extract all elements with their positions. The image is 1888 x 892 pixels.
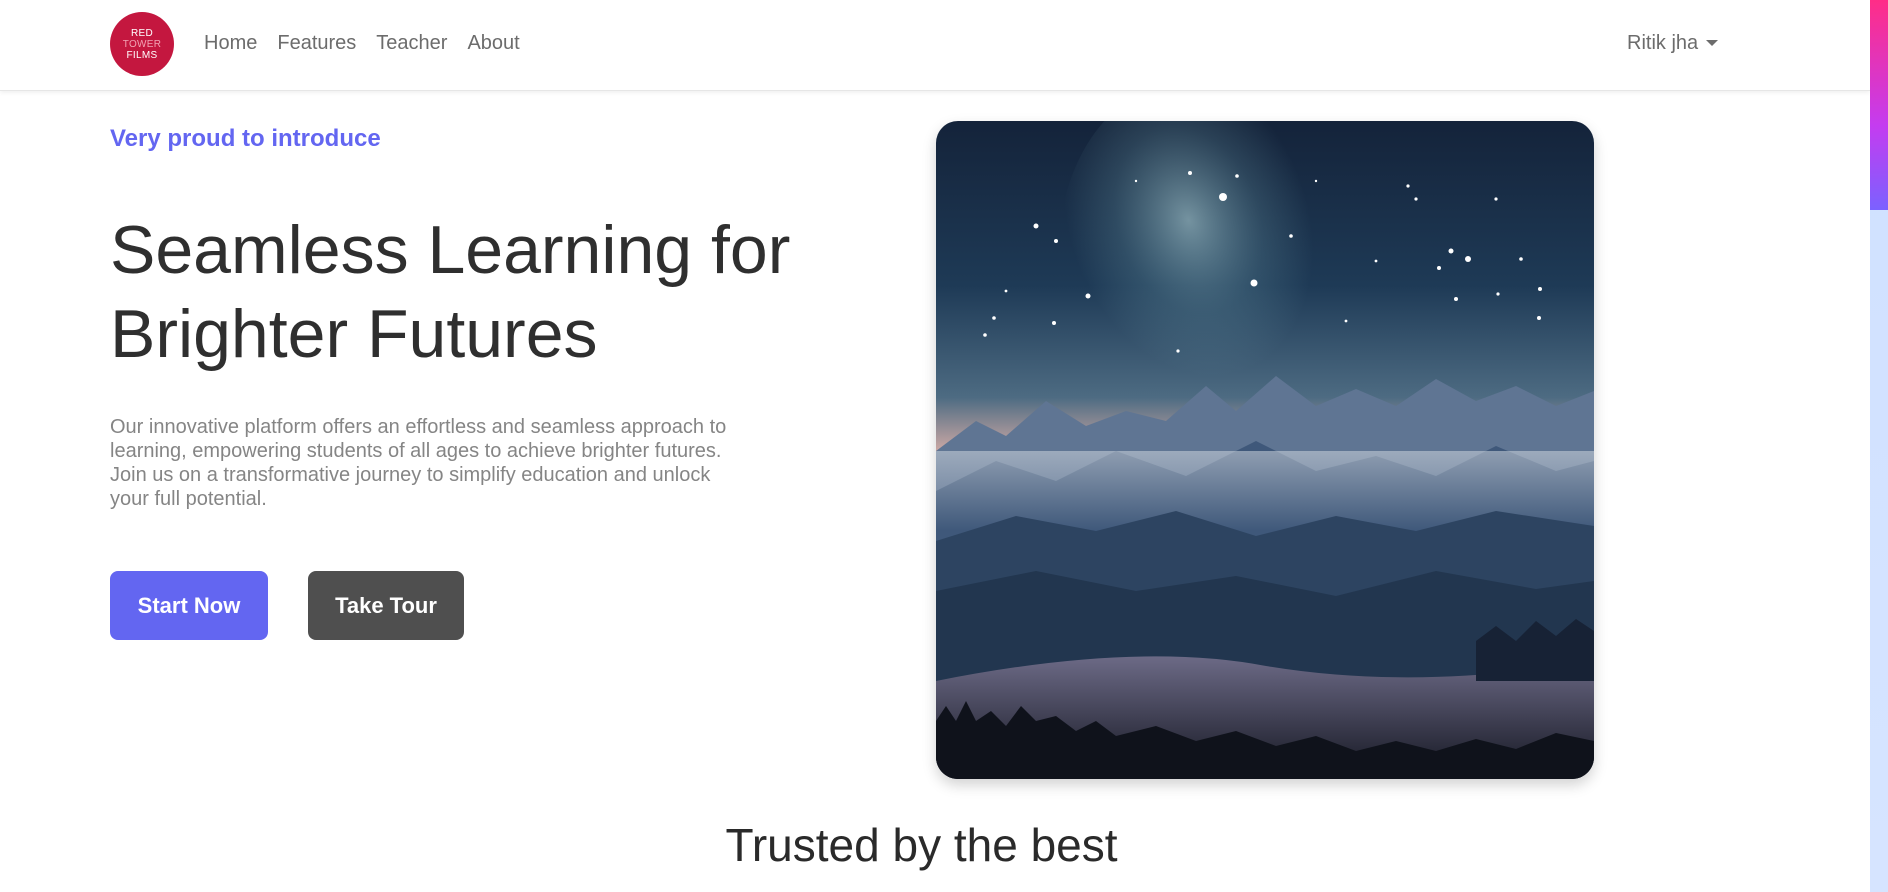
user-menu-dropdown[interactable]: Ritik jha	[1627, 32, 1719, 55]
start-now-button[interactable]: Start Now	[110, 571, 268, 640]
trusted-heading: Trusted by the best	[725, 819, 1118, 871]
top-navbar: RED TOWER FILMS Home Features Teacher Ab…	[0, 0, 1870, 91]
logo-line-2: TOWER	[122, 38, 162, 50]
hero-description: Our innovative platform offers an effort…	[110, 416, 727, 510]
nav-link-features[interactable]: Features	[277, 32, 356, 55]
user-name: Ritik jha	[1627, 32, 1699, 54]
caret-down-icon	[1706, 39, 1719, 46]
page-scrollbar-thumb[interactable]	[1870, 0, 1888, 210]
nav-links: Home Features Teacher About	[204, 32, 520, 55]
take-tour-button[interactable]: Take Tour	[308, 571, 464, 640]
nav-link-about[interactable]: About	[467, 32, 519, 55]
brand-logo[interactable]: RED TOWER FILMS	[110, 12, 174, 76]
nav-link-teacher[interactable]: Teacher	[376, 32, 447, 55]
hero-headline: Seamless Learning for Brighter Futures	[110, 212, 791, 372]
hero-landscape-image	[936, 121, 1594, 779]
logo-line-3: FILMS	[126, 49, 158, 61]
logo-line-1: RED	[130, 27, 153, 39]
nav-link-home[interactable]: Home	[204, 32, 257, 55]
hero-intro: Very proud to introduce	[110, 125, 381, 152]
